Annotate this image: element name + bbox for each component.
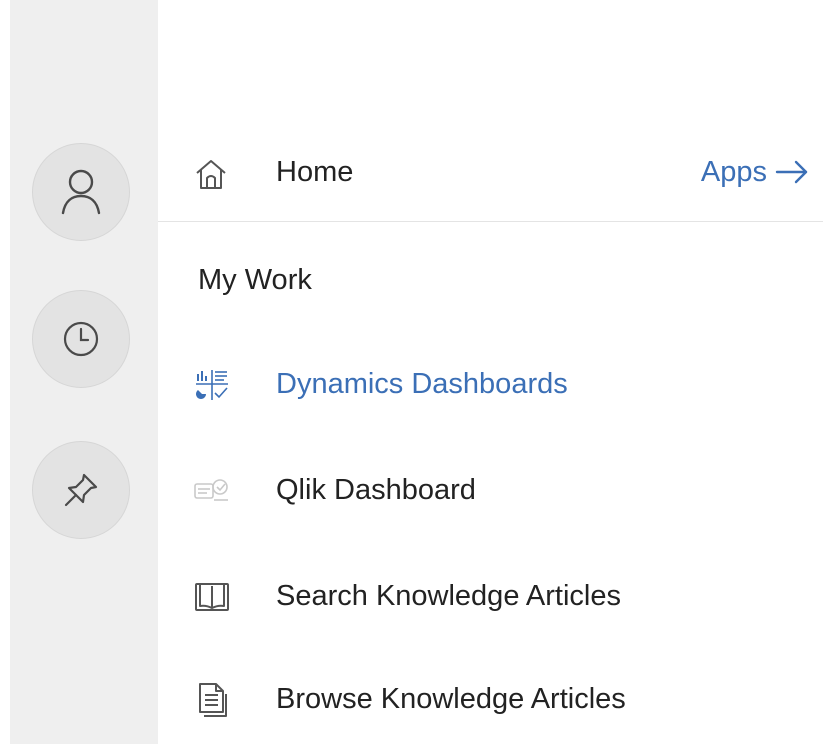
nav-item-label: Qlik Dashboard xyxy=(276,474,476,506)
nav-item-search-knowledge-articles[interactable]: Search Knowledge Articles xyxy=(158,567,823,627)
nav-item-qlik-dashboard[interactable]: Qlik Dashboard xyxy=(158,461,823,521)
document-icon xyxy=(192,682,232,718)
side-rail xyxy=(10,0,158,744)
nav-item-label: Dynamics Dashboards xyxy=(276,368,568,400)
dashboard-icon xyxy=(192,367,232,403)
section-title-my-work: My Work xyxy=(198,264,312,296)
nav-item-browse-knowledge-articles[interactable]: Browse Knowledge Articles xyxy=(158,670,823,730)
clock-icon xyxy=(63,321,99,357)
arrow-right-icon xyxy=(775,160,808,184)
nav-item-label: Browse Knowledge Articles xyxy=(276,683,626,715)
person-icon xyxy=(61,169,101,215)
app-frame: Home Apps My Work Dynamics Dashboards Ql… xyxy=(0,0,823,744)
apps-label: Apps xyxy=(700,156,767,188)
recent-button[interactable] xyxy=(32,290,130,388)
home-link[interactable] xyxy=(194,158,228,190)
apps-link[interactable]: Apps xyxy=(701,154,809,190)
main-panel: Home Apps My Work Dynamics Dashboards Ql… xyxy=(158,0,823,744)
left-edge xyxy=(0,0,10,744)
pinned-button[interactable] xyxy=(32,441,130,539)
nav-item-dynamics-dashboards[interactable]: Dynamics Dashboards xyxy=(158,355,823,415)
nav-item-label: Search Knowledge Articles xyxy=(276,580,621,612)
pin-icon xyxy=(64,473,98,507)
home-icon xyxy=(196,160,226,189)
qlik-icon xyxy=(192,473,232,509)
header-row: Home Apps xyxy=(158,120,823,222)
home-label[interactable]: Home xyxy=(276,154,353,190)
profile-button[interactable] xyxy=(32,143,130,241)
book-icon xyxy=(192,579,232,615)
